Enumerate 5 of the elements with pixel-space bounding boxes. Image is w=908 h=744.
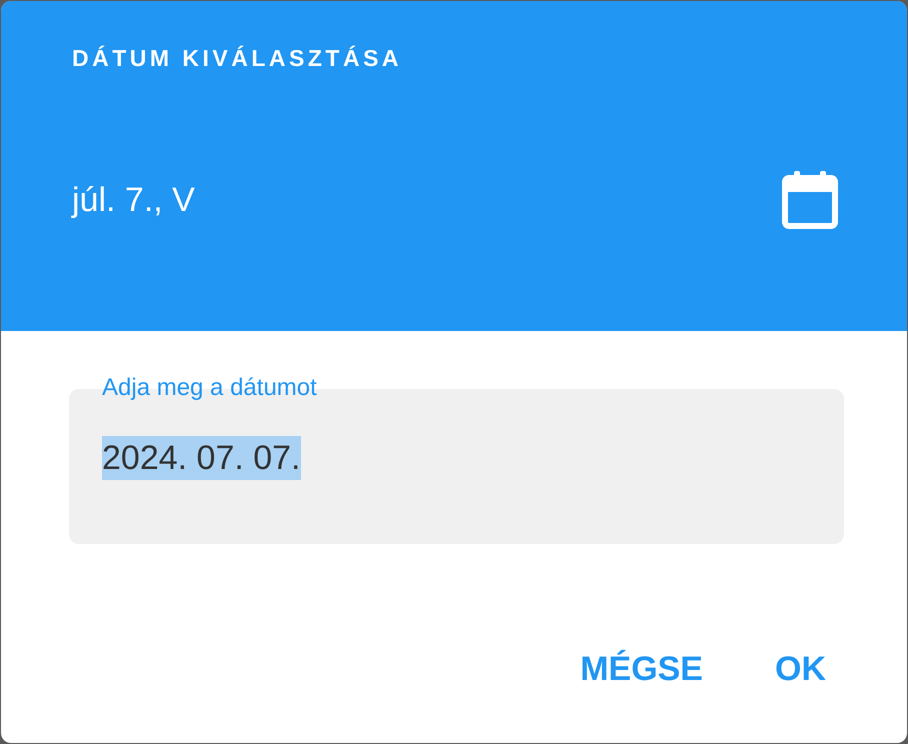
dialog-button[interactable]: MÉGSE <box>580 650 703 689</box>
dialog-button[interactable]: OK <box>775 650 826 689</box>
dialog-title: DÁTUM KIVÁLASZTÁSA <box>72 45 402 72</box>
calendar-icon[interactable] <box>781 170 839 230</box>
selected-date: júl. 7., V <box>72 180 195 220</box>
